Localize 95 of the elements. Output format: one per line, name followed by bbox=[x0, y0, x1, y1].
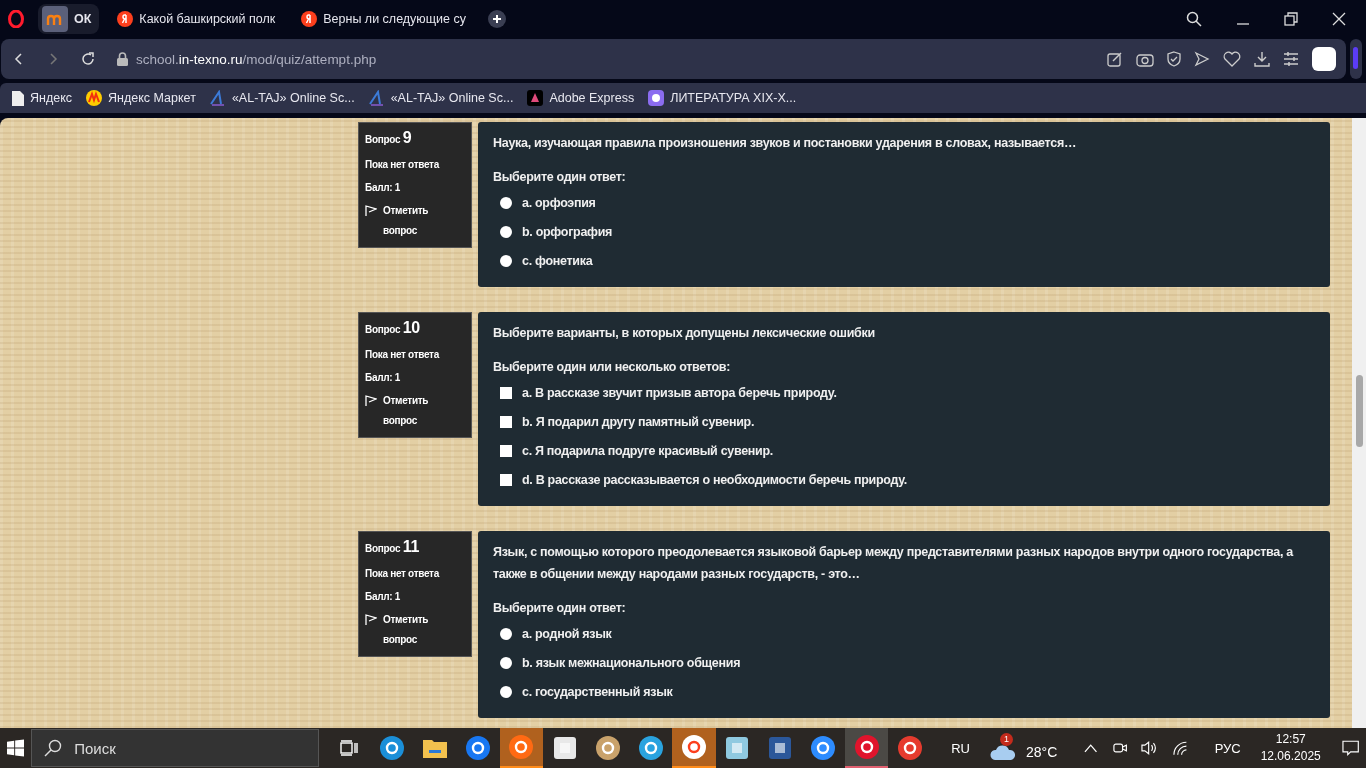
yandex-icon bbox=[301, 11, 318, 27]
profile-button[interactable] bbox=[1312, 47, 1336, 71]
send-icon[interactable] bbox=[1194, 51, 1210, 67]
weather-widget[interactable]: 1 28°C bbox=[990, 733, 1058, 763]
chevron-up-icon[interactable] bbox=[1084, 743, 1098, 753]
answer-status: Пока нет ответа bbox=[365, 349, 441, 360]
altaj-icon bbox=[209, 90, 226, 106]
opera-logo-icon[interactable] bbox=[8, 10, 24, 28]
browser-tab[interactable]: ОК bbox=[38, 4, 100, 34]
url-text[interactable]: school.in-texno.ru/mod/quiz/attempt.php bbox=[136, 51, 377, 67]
checkbox[interactable] bbox=[500, 415, 512, 428]
flag-question-link[interactable]: Отметить вопрос bbox=[383, 610, 435, 650]
shield-icon[interactable] bbox=[1167, 51, 1181, 67]
flag-icon[interactable] bbox=[365, 205, 377, 217]
reload-icon[interactable] bbox=[81, 52, 95, 66]
flag-icon[interactable] bbox=[365, 395, 377, 407]
download-icon[interactable] bbox=[1254, 51, 1270, 67]
radio-button[interactable] bbox=[500, 627, 512, 640]
bookmark[interactable]: «AL-TAJ» Online Sc... bbox=[209, 90, 355, 106]
address-bar[interactable]: school.in-texno.ru/mod/quiz/attempt.php bbox=[1, 39, 1346, 79]
yandex-icon bbox=[117, 11, 134, 27]
question-text: Выберите варианты, в которых допущены лексические ошибки bbox=[493, 325, 876, 342]
taskbar-search-field[interactable]: Поиск bbox=[31, 729, 320, 767]
answer-status: Пока нет ответа bbox=[365, 568, 441, 579]
windows-start-icon[interactable] bbox=[7, 739, 25, 757]
question-number: Вопрос 11 bbox=[365, 538, 421, 556]
input-language[interactable]: РУС bbox=[1214, 740, 1241, 756]
settings-icon[interactable] bbox=[1283, 51, 1299, 67]
radio-button[interactable] bbox=[500, 685, 512, 698]
search-icon bbox=[44, 739, 63, 757]
market-icon bbox=[86, 90, 103, 106]
altaj-icon bbox=[368, 90, 385, 106]
restore-icon[interactable] bbox=[1284, 12, 1298, 26]
radio-button[interactable] bbox=[500, 225, 512, 238]
flag-question-link[interactable]: Отметить вопрос bbox=[383, 391, 435, 431]
answer-option[interactable]: c. фонетика bbox=[522, 253, 593, 268]
search-icon[interactable] bbox=[1186, 11, 1202, 27]
radio-button[interactable] bbox=[500, 254, 512, 267]
radio-button[interactable] bbox=[500, 656, 512, 669]
radio-button[interactable] bbox=[500, 196, 512, 209]
camera-icon[interactable] bbox=[1136, 51, 1154, 67]
wifi-icon[interactable] bbox=[1172, 740, 1188, 756]
notifications-icon[interactable] bbox=[1341, 739, 1359, 757]
browser-tab[interactable]: Верны ли следующие су bbox=[297, 4, 474, 34]
sidebar-toggle[interactable] bbox=[1350, 39, 1362, 79]
heart-icon[interactable] bbox=[1223, 51, 1241, 67]
keyboard-language[interactable]: RU bbox=[951, 740, 970, 756]
question-grade: Балл: 1 bbox=[365, 182, 402, 193]
flag-icon[interactable] bbox=[365, 614, 377, 626]
close-icon[interactable] bbox=[1332, 12, 1346, 26]
checkbox[interactable] bbox=[500, 386, 512, 399]
question-text: Язык, с помощью которого преодолевается языковой барьер между представителями разных народов внутри одного государства, а также в общении между народами разных государств, - это… bbox=[493, 544, 1295, 583]
notification-badge: 1 bbox=[1000, 732, 1013, 746]
answer-option[interactable]: c. государственный язык bbox=[522, 684, 673, 699]
answer-option[interactable]: d. В рассказе рассказывается о необходимости беречь природу. bbox=[522, 472, 907, 487]
bookmark[interactable]: Яндекс Маркет bbox=[86, 90, 196, 106]
answer-option[interactable]: b. орфография bbox=[522, 224, 613, 239]
new-tab-icon[interactable] bbox=[487, 10, 506, 28]
bookmark[interactable]: ЛИТЕРАТУРА XIX-X... bbox=[648, 90, 797, 106]
task-view-icon bbox=[339, 740, 358, 756]
clock[interactable]: 12:57 12.06.2025 bbox=[1260, 731, 1321, 765]
taskbar-app[interactable] bbox=[844, 728, 889, 768]
question-grade: Балл: 1 bbox=[365, 591, 402, 602]
checkbox[interactable] bbox=[500, 444, 512, 457]
adobe-icon bbox=[527, 90, 544, 106]
question-grade: Балл: 1 bbox=[365, 372, 402, 383]
answer-option[interactable]: c. Я подарила подруге красивый сувенир. bbox=[522, 443, 773, 458]
answer-status: Пока нет ответа bbox=[365, 159, 441, 170]
bookmark[interactable]: Adobe Express bbox=[527, 90, 635, 106]
scrollbar-thumb[interactable] bbox=[1355, 375, 1363, 447]
back-icon[interactable] bbox=[13, 53, 25, 65]
answer-option[interactable]: a. орфоэпия bbox=[522, 195, 596, 210]
taskbar-app[interactable] bbox=[499, 728, 543, 768]
page-icon bbox=[12, 90, 24, 106]
volume-icon[interactable] bbox=[1141, 740, 1159, 756]
answer-option[interactable]: b. язык межнационального общения bbox=[522, 655, 741, 670]
answer-instruction: Выберите один ответ: bbox=[493, 601, 627, 615]
question-number: Вопрос 9 bbox=[365, 129, 413, 147]
checkbox[interactable] bbox=[500, 473, 512, 486]
flag-question-link[interactable]: Отметить вопрос bbox=[383, 201, 435, 241]
browser-tab[interactable]: Какой башкирский полк bbox=[113, 4, 284, 34]
answer-option[interactable]: a. В рассказе звучит призыв автора беречь природу. bbox=[522, 385, 837, 400]
forward-icon[interactable] bbox=[47, 53, 59, 65]
moodle-icon bbox=[42, 6, 68, 32]
answer-instruction: Выберите один или несколько ответов: bbox=[493, 360, 732, 374]
lock-icon bbox=[117, 52, 128, 66]
edit-icon[interactable] bbox=[1107, 51, 1123, 67]
answer-option[interactable]: b. Я подарил другу памятный сувенир. bbox=[522, 414, 755, 429]
answer-option[interactable]: a. родной язык bbox=[522, 626, 612, 641]
answer-instruction: Выберите один ответ: bbox=[493, 170, 627, 184]
folder-icon bbox=[423, 738, 448, 758]
bookmark[interactable]: Яндекс bbox=[12, 90, 73, 106]
question-number: Вопрос 10 bbox=[365, 319, 421, 337]
bookmark[interactable]: «AL-TAJ» Online Sc... bbox=[368, 90, 514, 106]
question-text: Наука, изучающая правила произношения звуков и постановки ударения в словах, называется… bbox=[493, 135, 1078, 152]
